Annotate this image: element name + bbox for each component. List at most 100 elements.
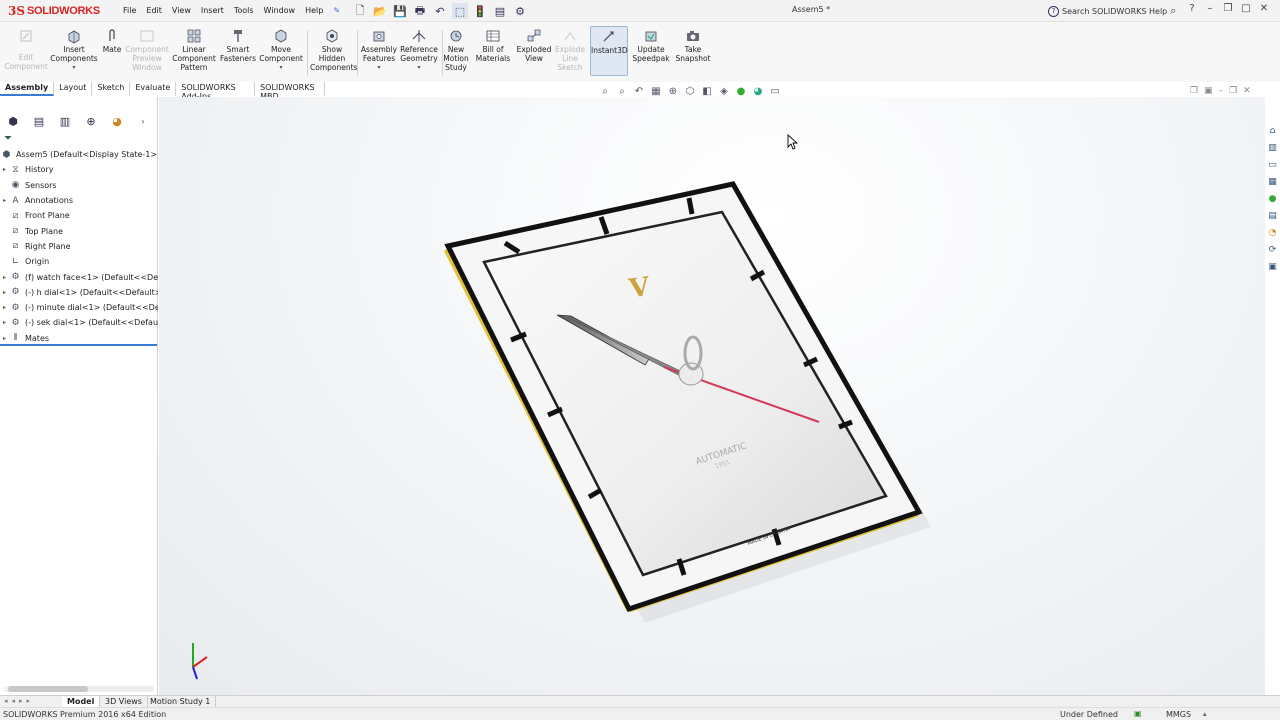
expand-arrow-icon[interactable]: ▸ <box>0 289 9 296</box>
viewport-close-icon[interactable]: ✕ <box>1243 86 1251 96</box>
expand-arrow-icon[interactable]: ▸ <box>0 274 9 281</box>
smart-fasteners-button[interactable]: Smart Fasteners <box>218 28 258 63</box>
tab-solidworks-add-ins[interactable]: SOLIDWORKS Add-Ins <box>176 82 256 101</box>
display-manager-tab-icon[interactable]: ◕ <box>104 112 130 130</box>
section-view-icon[interactable]: ▦ <box>649 84 663 98</box>
solidworks-forum-icon[interactable]: ◔ <box>1267 226 1279 239</box>
appearances-icon[interactable]: ● <box>1267 192 1279 205</box>
solidworks-resources-icon[interactable]: ⌂ <box>1267 124 1279 137</box>
new-motion-study-button[interactable]: New Motion Study <box>442 28 470 72</box>
scrollbar-thumb[interactable] <box>8 686 88 692</box>
expand-arrow-icon[interactable]: ▸ <box>0 197 9 204</box>
viewport-tile-icon[interactable]: ▣ <box>1204 86 1213 96</box>
tree-item-origin[interactable]: ∟ Origin <box>0 254 158 269</box>
move-component-button[interactable]: Move Component ▾ <box>259 28 303 72</box>
instant3d-button[interactable]: Instant3D <box>590 26 628 76</box>
tab-sketch[interactable]: Sketch <box>92 82 131 96</box>
pin-icon[interactable]: ✎ <box>328 4 345 17</box>
menu-edit[interactable]: Edit <box>141 4 167 17</box>
menu-insert[interactable]: Insert <box>196 4 229 17</box>
file-properties-icon[interactable]: ▤ <box>492 3 508 19</box>
edit-appearance-icon[interactable]: ● <box>734 84 748 98</box>
expand-arrow-icon[interactable]: ▸ <box>0 166 9 173</box>
save-icon[interactable]: 💾 <box>392 3 408 19</box>
viewport-restore-icon[interactable]: ❐ <box>1190 86 1198 96</box>
tab-navigation-arrows-icon[interactable]: ◂◂▸▸ <box>4 697 34 705</box>
explode-line-sketch-button[interactable]: Explode Line Sketch <box>554 28 586 72</box>
tab-solidworks-mbd[interactable]: SOLIDWORKS MBD <box>255 82 325 101</box>
dropdown-arrow-icon[interactable]: ▾ <box>50 63 98 72</box>
center-pin[interactable] <box>678 362 704 386</box>
exploded-view-button[interactable]: Exploded View <box>514 28 554 63</box>
menu-help[interactable]: Help <box>300 4 328 17</box>
menu-window[interactable]: Window <box>259 4 301 17</box>
tree-item-watch-face[interactable]: ▸ ⚙ (f) watch face<1> (Default<<Defau <box>0 269 158 284</box>
menu-file[interactable]: File <box>118 4 141 17</box>
rebuild-icon[interactable]: 🚦 <box>472 3 488 19</box>
new-document-icon[interactable]: 🗋 <box>352 3 368 19</box>
previous-view-icon[interactable]: ↶ <box>632 84 646 98</box>
display-style-icon[interactable]: ◧ <box>700 84 714 98</box>
tree-item-sensors[interactable]: ◉ Sensors <box>0 178 158 193</box>
tab-evaluate[interactable]: Evaluate <box>130 82 177 96</box>
expand-arrow-icon[interactable]: ▸ <box>0 319 9 326</box>
custom-properties-icon[interactable]: ▤ <box>1267 209 1279 222</box>
print-icon[interactable]: 🖶 <box>412 3 428 19</box>
configuration-manager-tab-icon[interactable]: ▥ <box>52 112 78 130</box>
rebuild-status-icon[interactable]: ▣ <box>1134 709 1142 718</box>
minimize-icon[interactable]: – <box>1204 3 1216 14</box>
undo-icon[interactable]: ↶ <box>432 3 448 19</box>
file-explorer-icon[interactable]: ▭ <box>1267 158 1279 171</box>
rollback-bar[interactable] <box>0 344 157 346</box>
help-search[interactable]: ? Search SOLIDWORKS Help ⌕ <box>1048 3 1183 19</box>
property-manager-tab-icon[interactable]: ▤ <box>26 112 52 130</box>
open-icon[interactable]: 📂 <box>372 3 388 19</box>
unit-system[interactable]: MMGS <box>1166 710 1191 719</box>
viewport-minimize-icon[interactable]: – <box>1219 86 1224 96</box>
3d-content-icon[interactable]: ▣ <box>1267 260 1279 273</box>
close-icon[interactable]: ✕ <box>1258 3 1270 14</box>
expand-arrow-icon[interactable]: ▸ <box>0 304 9 311</box>
expand-arrow-icon[interactable]: ▸ <box>0 335 9 342</box>
zoom-to-area-icon[interactable]: ⌕ <box>615 84 629 98</box>
dimxpert-manager-tab-icon[interactable]: ⊕ <box>78 112 104 130</box>
tab-assembly[interactable]: Assembly <box>0 82 55 96</box>
search-magnifier-icon[interactable]: ⌕ <box>1170 4 1176 18</box>
tree-item-history[interactable]: ▸ ⧖ History <box>0 162 158 177</box>
tree-item-top-plane[interactable]: ⧄ Top Plane <box>0 223 158 238</box>
filter-icon[interactable]: ⏷ <box>4 133 12 144</box>
show-hidden-components-button[interactable]: Show Hidden Components <box>310 28 357 72</box>
tree-item-minute-dial[interactable]: ▸ ⚙ (-) minute dial<1> (Default<<Defau <box>0 300 158 315</box>
solidworks-logo[interactable]: 3S SOLIDWORKS <box>8 3 100 19</box>
tree-item-sek-dial[interactable]: ▸ ⚙ (-) sek dial<1> (Default<<Default>_ <box>0 315 158 330</box>
edit-component-button[interactable]: Edit Component <box>2 28 50 71</box>
menu-view[interactable]: View <box>167 4 196 17</box>
view-orientation-icon[interactable]: ⬡ <box>683 84 697 98</box>
menu-tools[interactable]: Tools <box>229 4 259 17</box>
apply-scene-icon[interactable]: ◕ <box>751 84 765 98</box>
recording-icon[interactable]: ⟳ <box>1267 243 1279 256</box>
hide-show-items-icon[interactable]: ◈ <box>717 84 731 98</box>
assembly-features-button[interactable]: Assembly Features ▾ <box>359 28 399 72</box>
select-icon[interactable]: ⬚ <box>452 3 468 19</box>
tree-item-annotations[interactable]: ▸ A Annotations <box>0 193 158 208</box>
graphics-area[interactable]: V AUTOMATIC 1951 MADE IN CROATIA <box>159 97 1265 695</box>
take-snapshot-button[interactable]: Take Snapshot <box>673 28 713 63</box>
viewport-maximize-icon[interactable]: ❐ <box>1229 86 1237 96</box>
tab-layout[interactable]: Layout <box>54 82 93 96</box>
dropdown-arrow-icon[interactable]: ▾ <box>259 63 303 72</box>
units-dropdown-icon[interactable]: ▴ <box>1203 710 1207 718</box>
tree-item-right-plane[interactable]: ⧄ Right Plane <box>0 239 158 254</box>
options-gear-icon[interactable]: ⚙ <box>512 3 528 19</box>
dynamic-annotation-icon[interactable]: ⊕ <box>666 84 680 98</box>
feature-manager-tab-icon[interactable]: ⬢ <box>0 112 26 130</box>
tree-item-h-dial[interactable]: ▸ ⚙ (-) h dial<1> (Default<<Default>_D <box>0 285 158 300</box>
tree-item-front-plane[interactable]: ⧄ Front Plane <box>0 208 158 223</box>
update-speedpak-button[interactable]: Update Speedpak <box>632 28 670 63</box>
zoom-to-fit-icon[interactable]: ⌕ <box>598 84 612 98</box>
tree-root-assembly[interactable]: ⬢ Assem5 (Default<Display State-1>) <box>0 147 158 162</box>
watch-model-3d[interactable]: V AUTOMATIC 1951 MADE IN CROATIA <box>159 97 1265 695</box>
mate-button[interactable]: Mate <box>100 28 124 54</box>
dropdown-arrow-icon[interactable]: ▾ <box>399 63 439 72</box>
dropdown-arrow-icon[interactable]: ▾ <box>359 63 399 72</box>
